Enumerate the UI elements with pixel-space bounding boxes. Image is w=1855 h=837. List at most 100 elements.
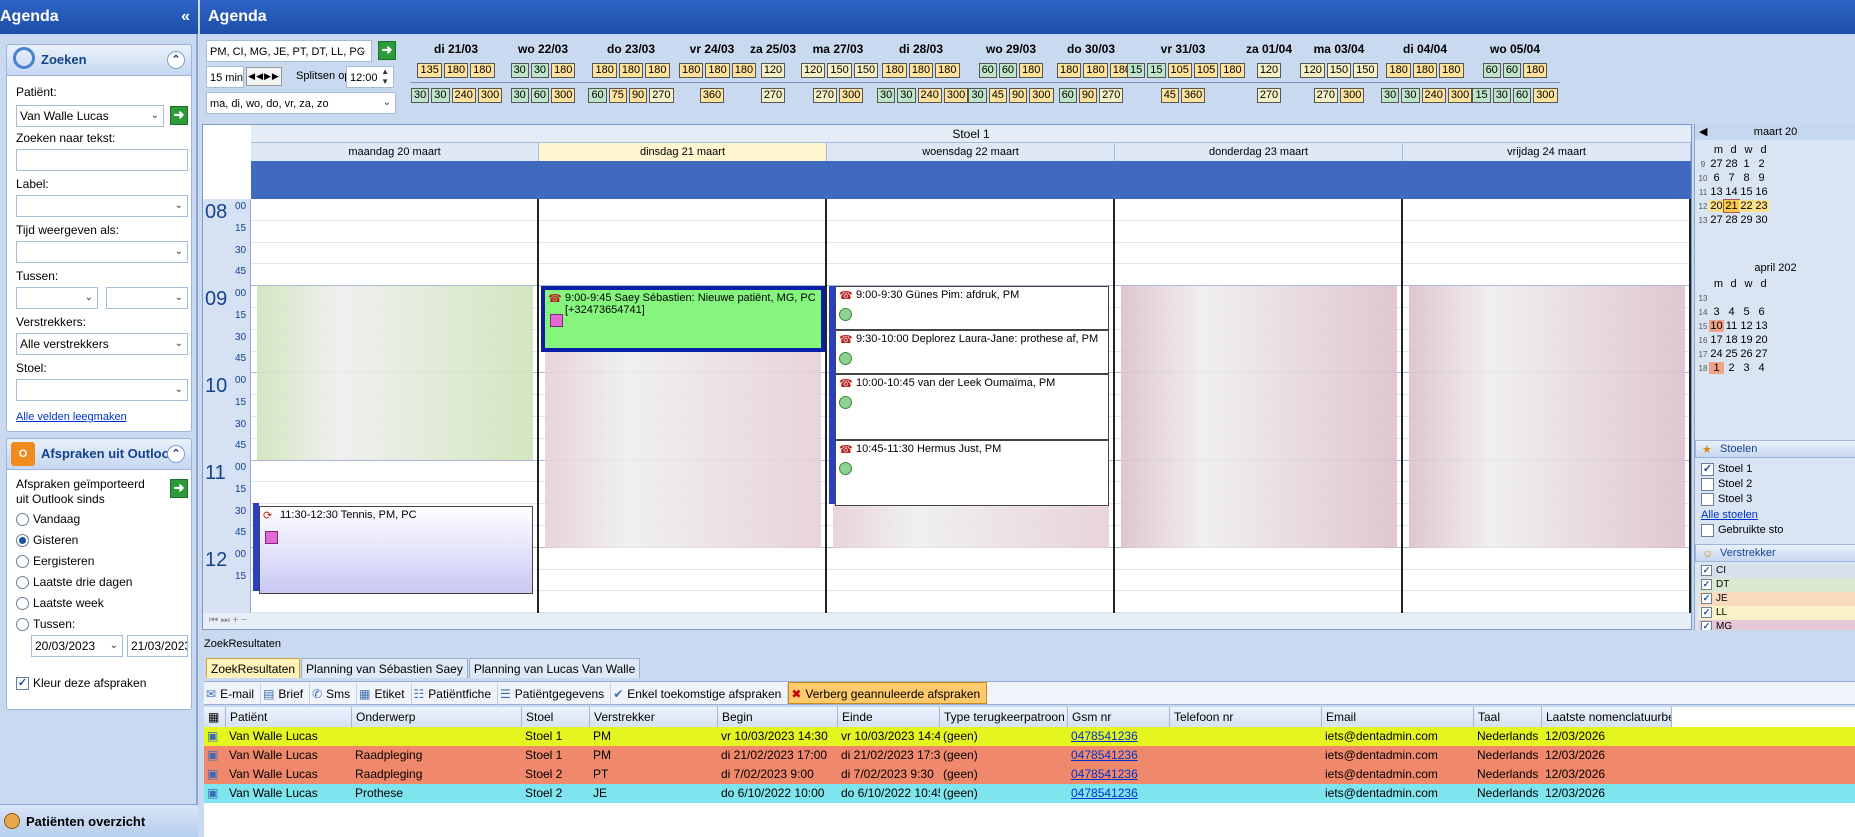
calendar-day[interactable]: 27 bbox=[1709, 214, 1724, 226]
overview-day[interactable]: di 28/03 180 180 180 30 30 240 300 bbox=[876, 40, 969, 103]
table-cell[interactable]: 0478541236 bbox=[1068, 727, 1170, 746]
day-header[interactable]: maandag 20 maart bbox=[251, 143, 539, 161]
overview-day[interactable]: za 25/03 120 270 bbox=[746, 40, 800, 103]
calendar-day[interactable]: 21 bbox=[1723, 199, 1740, 213]
calendar-day[interactable]: 20 bbox=[1754, 334, 1769, 346]
time-slot[interactable] bbox=[251, 591, 537, 613]
table-cell[interactable]: 0478541236 bbox=[1068, 746, 1170, 765]
time-slot[interactable] bbox=[1403, 570, 1689, 592]
time-slot[interactable] bbox=[1115, 570, 1401, 592]
outlook-date-to[interactable]: 21/03/2023 bbox=[127, 635, 188, 657]
used-chairs-checkbox[interactable]: Gebruikte sto bbox=[1701, 523, 1855, 538]
outlook-go-button[interactable]: ➜ bbox=[170, 479, 188, 498]
column-header[interactable]: Telefoon nr bbox=[1170, 707, 1322, 727]
calendar-day[interactable]: 2 bbox=[1724, 362, 1739, 374]
day-header[interactable]: vrijdag 24 maart bbox=[1403, 143, 1691, 161]
appointment[interactable]: ☎ 10:45-11:30 Hermus Just, PM bbox=[835, 440, 1109, 506]
toolbar-button[interactable]: ☷ Patiëntfiche bbox=[412, 683, 499, 705]
calendar-day[interactable]: 8 bbox=[1739, 172, 1754, 184]
overview-day[interactable]: ma 03/04 120 150 150 270 300 bbox=[1298, 40, 1380, 103]
calendar-day[interactable]: 30 bbox=[1754, 214, 1769, 226]
calendar-day[interactable]: 16 bbox=[1754, 186, 1769, 198]
time-display-combo[interactable]: ⌄ bbox=[16, 241, 188, 263]
appointment[interactable]: ☎ 9:00-9:45 Saey Sébastien: Nieuwe patiën… bbox=[541, 286, 825, 352]
time-slot[interactable] bbox=[1403, 548, 1689, 570]
outlook-date-from[interactable]: 20/03/2023 ⌄ bbox=[31, 635, 123, 657]
time-slot[interactable] bbox=[539, 591, 825, 613]
collapse-search-icon[interactable]: ⌃ bbox=[167, 51, 185, 69]
provider-checkbox[interactable]: ✓ MG bbox=[1699, 620, 1855, 630]
overview-day[interactable]: di 04/04 180 180 180 30 30 240 300 bbox=[1380, 40, 1473, 103]
time-slot[interactable] bbox=[827, 243, 1113, 265]
calendar-day[interactable]: 26 bbox=[1739, 348, 1754, 360]
label-combo[interactable]: ⌄ bbox=[16, 195, 188, 217]
time-slot[interactable] bbox=[251, 264, 537, 287]
toolbar-button[interactable]: ✉ E-mail bbox=[204, 683, 262, 705]
calendar-day[interactable]: 20 bbox=[1709, 200, 1724, 212]
time-slot[interactable] bbox=[539, 264, 825, 287]
column-header[interactable]: Gsm nr bbox=[1068, 707, 1170, 727]
time-slot[interactable] bbox=[827, 221, 1113, 243]
overview-day[interactable]: do 30/03 180 180 180 60 90 270 bbox=[1056, 40, 1135, 103]
table-row[interactable]: ▣ Van Walle Lucas Raadpleging Stoel 2 PT di 7… bbox=[204, 765, 1855, 784]
time-slot[interactable] bbox=[827, 548, 1113, 570]
overview-day[interactable]: za 01/04 120 270 bbox=[1240, 40, 1298, 103]
split-time-input[interactable]: 12:00 ▲ ▼ bbox=[346, 66, 394, 88]
column-header[interactable]: Laatste nomenclatuurbehar bbox=[1542, 707, 1672, 727]
calendar-day[interactable]: 12 bbox=[1739, 320, 1754, 332]
calendar-day[interactable]: 4 bbox=[1754, 362, 1769, 374]
time-slot[interactable] bbox=[251, 221, 537, 243]
chair-checkbox[interactable]: Stoel 3 bbox=[1701, 492, 1855, 507]
providers-filter-combo[interactable]: PM, CI, MG, JE, PT, DT, LL, PC ⌄ bbox=[206, 40, 372, 62]
interval-combo[interactable]: 15 min bbox=[206, 66, 244, 88]
overview-day[interactable]: wo 29/03 60 60 180 30 45 90 300 bbox=[966, 40, 1056, 103]
calendar-day[interactable]: 1 bbox=[1739, 158, 1754, 170]
time-slot[interactable] bbox=[827, 264, 1113, 287]
time-slot[interactable] bbox=[1115, 548, 1401, 570]
overview-day[interactable]: wo 05/04 60 60 180 15 30 60 300 bbox=[1470, 40, 1560, 103]
bottom-nav-patients[interactable]: Patiënten overzicht bbox=[0, 804, 198, 837]
color-appointments-checkbox[interactable]: ✓ Kleur deze afspraken bbox=[16, 676, 146, 691]
results-tab[interactable]: ZoekResultaten bbox=[206, 658, 301, 678]
calendar-day[interactable]: 10 bbox=[1709, 320, 1724, 332]
overview-day[interactable]: vr 31/03 15 15 105 105 180 45 360 bbox=[1126, 40, 1245, 103]
outlook-option[interactable]: Eergisteren bbox=[16, 551, 132, 572]
provider-checkbox[interactable]: ✓ CI bbox=[1699, 564, 1855, 578]
chair-checkbox[interactable]: Stoel 2 bbox=[1701, 477, 1855, 492]
column-header[interactable]: Email bbox=[1322, 707, 1474, 727]
time-slot[interactable] bbox=[1403, 264, 1689, 287]
march-header[interactable]: ◀ maart 20 bbox=[1695, 124, 1855, 140]
time-slot[interactable] bbox=[251, 482, 537, 505]
time-slot[interactable] bbox=[1403, 591, 1689, 613]
time-slot[interactable] bbox=[1115, 243, 1401, 265]
calendar-day[interactable]: 11 bbox=[1724, 320, 1739, 332]
overview-day[interactable]: di 21/03 135 180 180 30 30 240 300 bbox=[410, 40, 503, 103]
time-slot[interactable] bbox=[1403, 243, 1689, 265]
outlook-panel-header[interactable]: O Afspraken uit Outlook ⌃ bbox=[6, 438, 192, 470]
calendar-day[interactable]: 3 bbox=[1739, 362, 1754, 374]
appointment[interactable]: ☎ 9:00-9:30 Günes Pim: afdruk, PM bbox=[835, 286, 1109, 330]
collapse-outlook-icon[interactable]: ⌃ bbox=[167, 445, 185, 463]
outlook-option[interactable]: Laatste drie dagen bbox=[16, 572, 132, 593]
time-slot[interactable] bbox=[251, 243, 537, 265]
calendar-day[interactable]: 27 bbox=[1754, 348, 1769, 360]
calendar-day[interactable]: 14 bbox=[1724, 186, 1739, 198]
calendar-day[interactable]: 25 bbox=[1724, 348, 1739, 360]
time-slot[interactable] bbox=[539, 570, 825, 592]
time-slot[interactable] bbox=[539, 548, 825, 570]
calendar-day[interactable]: 13 bbox=[1709, 186, 1724, 198]
nav-arrows[interactable]: ◀◀▶▶ bbox=[246, 67, 282, 86]
search-panel-header[interactable]: Zoeken ⌃ bbox=[6, 44, 192, 76]
column-header[interactable]: Onderwerp bbox=[352, 707, 522, 727]
appointment[interactable]: ☎ 10:00-10:45 van der Leek Oumaïma, PM bbox=[835, 374, 1109, 440]
overview-day[interactable]: ma 27/03 120 150 150 270 300 bbox=[800, 40, 879, 103]
search-text-input[interactable] bbox=[16, 149, 188, 171]
appointment[interactable]: ☎ 9:30-10:00 Deplorez Laura-Jane: prothes… bbox=[835, 330, 1109, 374]
provider-checkbox[interactable]: ✓ JE bbox=[1699, 592, 1855, 606]
providers-header[interactable]: ☺ Verstrekker bbox=[1695, 544, 1855, 562]
column-header[interactable]: Begin bbox=[718, 707, 838, 727]
day-header[interactable]: donderdag 23 maart bbox=[1115, 143, 1403, 161]
toolbar-button[interactable]: ☰ Patiëntgegevens bbox=[498, 683, 612, 705]
day-header[interactable]: woensdag 22 maart bbox=[827, 143, 1115, 161]
column-header[interactable]: Einde bbox=[838, 707, 940, 727]
